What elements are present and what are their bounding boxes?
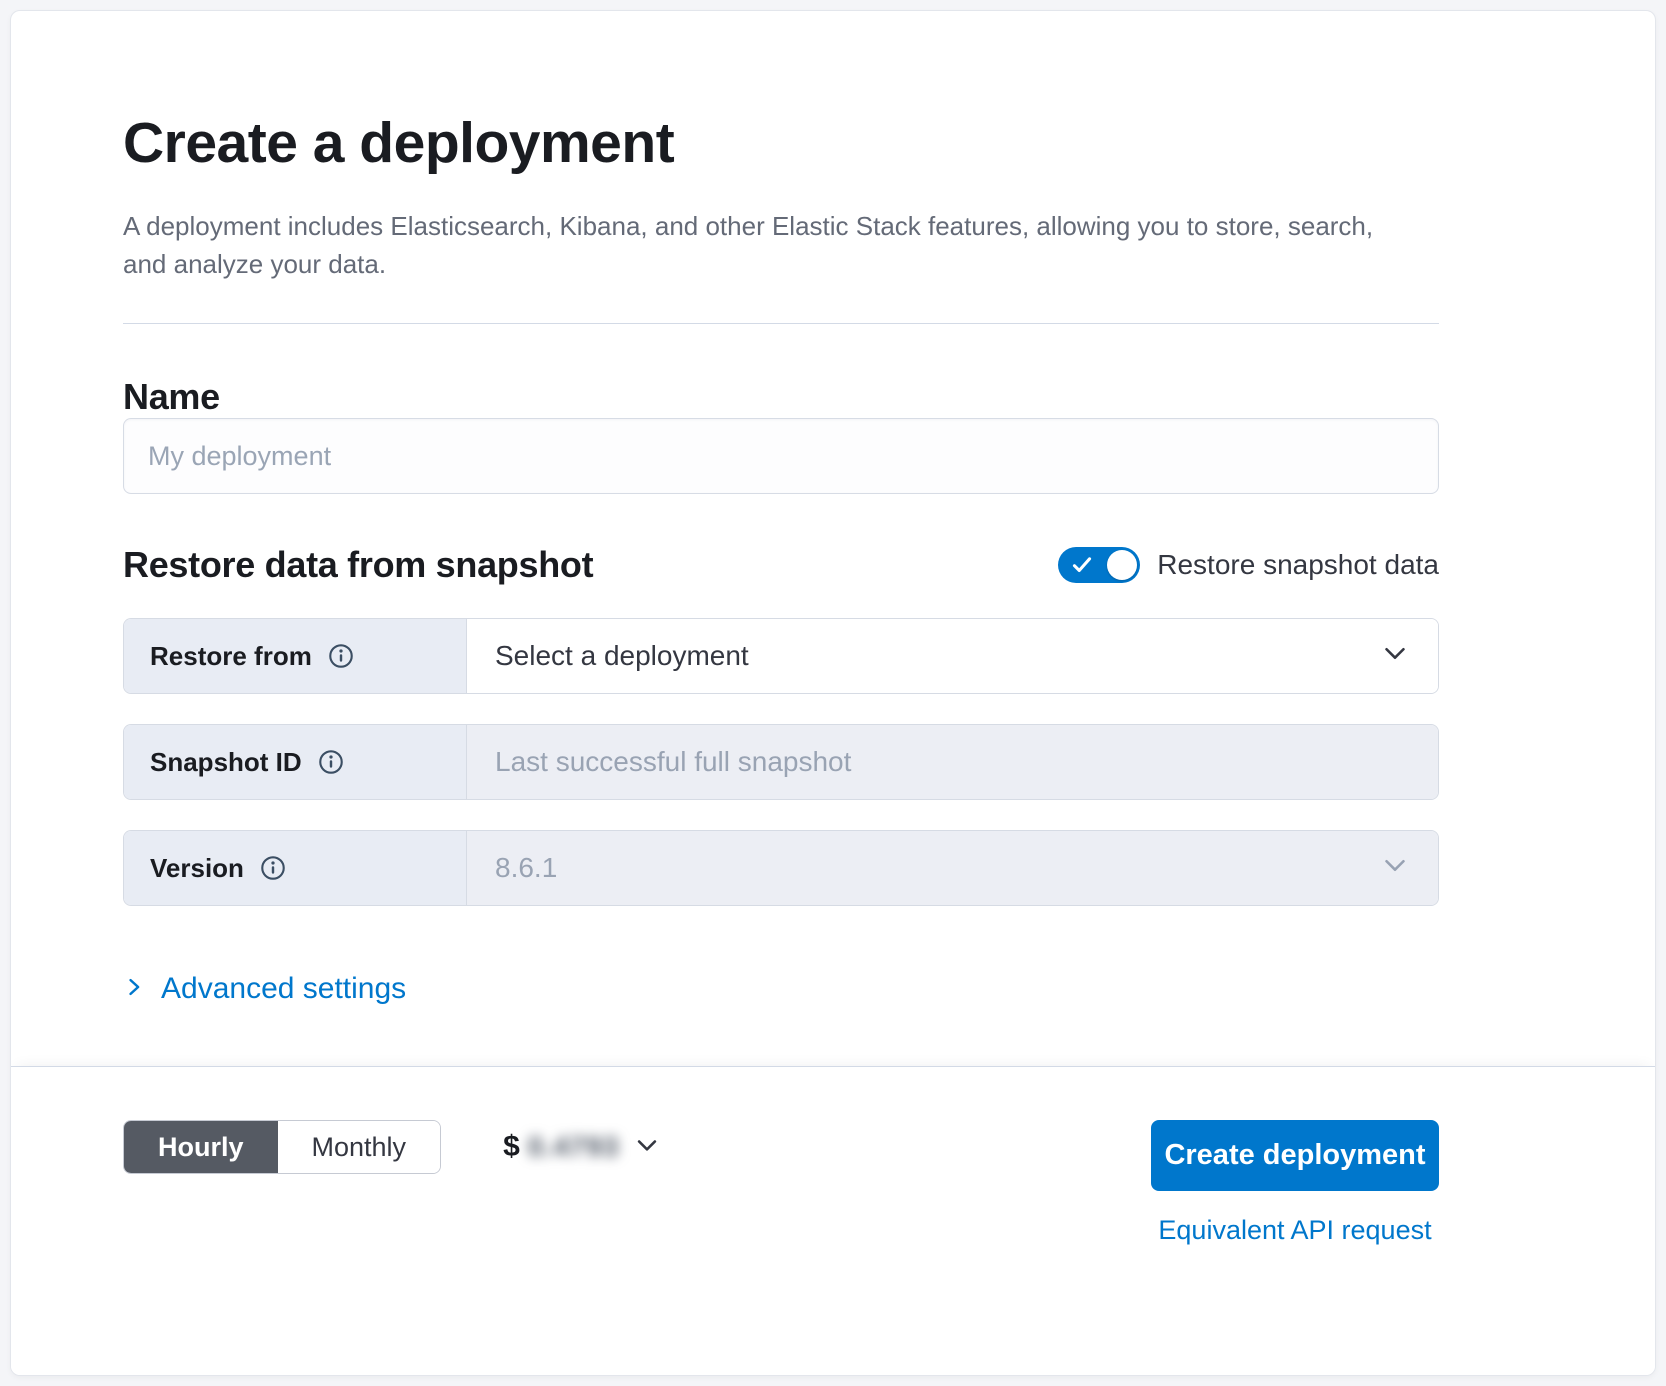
info-icon[interactable] <box>260 855 286 881</box>
restore-from-label: Restore from <box>150 641 312 672</box>
create-deployment-button[interactable]: Create deployment <box>1151 1120 1439 1191</box>
billing-interval-toggle: Hourly Monthly <box>123 1120 441 1174</box>
restore-section-header: Restore data from snapshot Restore snaps… <box>123 544 1439 586</box>
snapshot-id-row: Snapshot ID Last successful full snapsho… <box>123 724 1439 800</box>
chevron-down-icon <box>633 1131 661 1164</box>
info-icon[interactable] <box>328 643 354 669</box>
snapshot-id-label-cell: Snapshot ID <box>124 725 466 799</box>
page-title: Create a deployment <box>123 111 1439 177</box>
snapshot-id-label: Snapshot ID <box>150 747 302 778</box>
header-divider <box>123 323 1439 324</box>
restore-from-select[interactable]: Select a deployment <box>466 619 1438 693</box>
toggle-knob <box>1107 550 1137 580</box>
price-currency: $ <box>503 1130 520 1164</box>
create-deployment-panel: Create a deployment A deployment include… <box>10 10 1656 1376</box>
restore-section-heading: Restore data from snapshot <box>123 544 593 586</box>
chevron-right-icon <box>123 972 145 1006</box>
restore-from-row: Restore from Select a deployment <box>123 618 1439 694</box>
equivalent-api-request-link[interactable]: Equivalent API request <box>1158 1215 1431 1246</box>
restore-from-label-cell: Restore from <box>124 619 466 693</box>
restore-toggle-label: Restore snapshot data <box>1157 549 1439 581</box>
main-content: Create a deployment A deployment include… <box>11 11 1655 1066</box>
restore-snapshot-toggle[interactable] <box>1058 547 1140 583</box>
deployment-name-input[interactable] <box>123 418 1439 494</box>
footer-actions: Create deployment Equivalent API request <box>1151 1120 1439 1246</box>
advanced-settings-label: Advanced settings <box>161 972 406 1006</box>
chevron-down-icon <box>1380 850 1410 887</box>
price-breakdown-toggle[interactable]: $ 0.4793 <box>503 1120 661 1174</box>
info-icon[interactable] <box>318 749 344 775</box>
version-row: Version 8.6.1 <box>123 830 1439 906</box>
version-label: Version <box>150 853 244 884</box>
version-label-cell: Version <box>124 831 466 905</box>
billing-monthly-button[interactable]: Monthly <box>278 1121 441 1173</box>
bottom-bar: Hourly Monthly $ 0.4793 Create deploymen… <box>11 1066 1655 1376</box>
snapshot-id-placeholder: Last successful full snapshot <box>495 746 851 778</box>
check-icon <box>1071 555 1093 580</box>
name-section-heading: Name <box>123 376 1439 418</box>
price-value-masked: 0.4793 <box>528 1131 620 1163</box>
billing-hourly-button[interactable]: Hourly <box>124 1121 278 1173</box>
restore-from-select-value: Select a deployment <box>495 640 749 672</box>
version-select-value: 8.6.1 <box>495 852 557 884</box>
chevron-down-icon <box>1380 638 1410 675</box>
snapshot-id-input: Last successful full snapshot <box>466 725 1438 799</box>
advanced-settings-link[interactable]: Advanced settings <box>123 972 406 1006</box>
restore-toggle-group: Restore snapshot data <box>1058 547 1439 583</box>
page-subtitle: A deployment includes Elasticsearch, Kib… <box>123 207 1393 284</box>
version-select: 8.6.1 <box>466 831 1438 905</box>
